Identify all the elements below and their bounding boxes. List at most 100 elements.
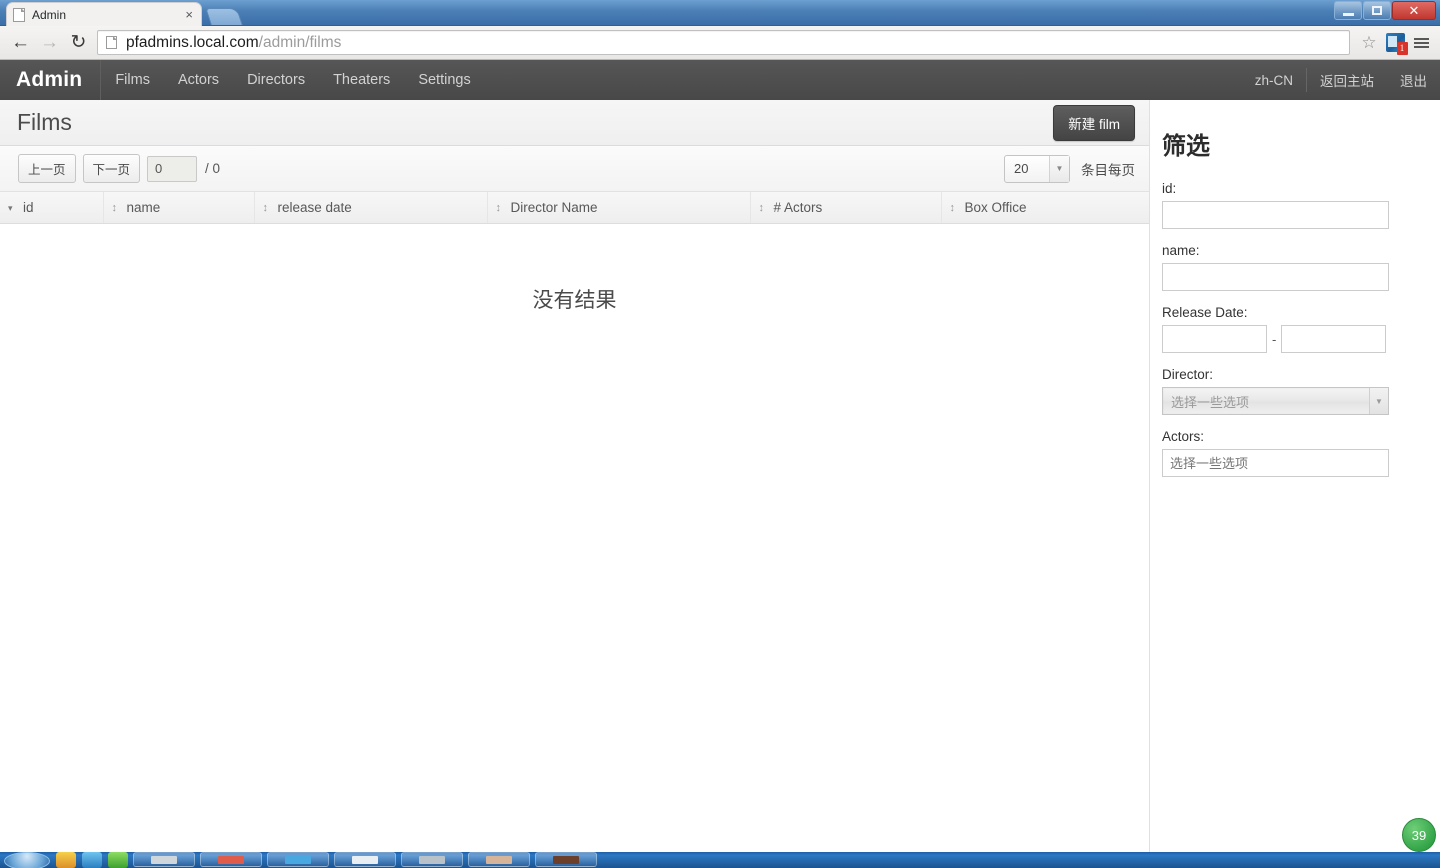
tab-title: Admin [32,7,67,22]
nav-item-films[interactable]: Films [101,60,164,100]
filter-select-director[interactable]: 选择一些选项 ▼ [1162,387,1389,415]
new-film-button[interactable]: 新建 film [1053,104,1135,141]
films-table-body: 没有结果 [0,223,1149,315]
extension-button[interactable]: 1 [1382,29,1408,57]
prev-page-button[interactable]: 上一页 [18,154,76,183]
page-total-label: / 0 [205,161,221,176]
films-table: id name release date Director Name # Act [0,192,1149,315]
column-header-id[interactable]: id [0,192,104,224]
taskbar-window-2[interactable] [200,852,262,867]
nav-item-logout[interactable]: 退出 [1387,60,1440,100]
filter-label-release-date: Release Date: [1162,305,1248,320]
column-label-id: id [23,199,34,215]
page-header: Films 新建 film [0,100,1149,146]
nav-item-back-to-site[interactable]: 返回主站 [1307,60,1387,100]
filter-label-actors: Actors: [1162,429,1205,444]
minimize-button[interactable] [1334,1,1362,20]
minimize-icon [1342,12,1354,16]
column-label-num-actors: # Actors [773,199,823,215]
back-icon[interactable]: ← [6,29,35,57]
browser-tab-admin[interactable]: Admin × [6,2,202,26]
filter-label-director: Director: [1162,367,1214,382]
filter-input-release-date-from[interactable] [1162,325,1267,353]
page-title: Films [17,109,72,135]
taskbar-window-6[interactable] [468,852,530,867]
films-table-header-row: id name release date Director Name # Act [0,192,1149,224]
taskbar-window-5[interactable] [401,852,463,867]
page-number-input[interactable] [147,155,198,182]
brand-logo[interactable]: Admin [0,60,102,100]
column-header-director-name[interactable]: Director Name [487,192,751,224]
sort-toggle-icon [759,203,768,214]
url-path: /admin/films [258,33,342,51]
nav-item-theaters[interactable]: Theaters [319,60,404,100]
column-header-release-date[interactable]: release date [254,192,488,224]
filter-label-id: id: [1162,181,1177,196]
reload-icon[interactable]: ↻ [64,29,93,57]
zoom-level-badge[interactable]: 39 [1402,818,1436,852]
url-host: pfadmins.local.com [126,33,259,51]
empty-state-row: 没有结果 [0,223,1149,315]
quicklaunch-icon-3[interactable] [108,852,128,868]
filter-panel-title: 筛选 [1162,133,1210,160]
start-button[interactable] [4,852,50,868]
filter-range-release-date: - [1162,325,1439,353]
filter-input-name[interactable] [1162,263,1389,291]
filter-group-actors: Actors: [1162,429,1439,477]
filter-sidebar: 筛选 id: name: Release Date: - Director: 选… [1150,100,1439,868]
nav-item-directors[interactable]: Directors [233,60,319,100]
taskbar-window-3[interactable] [267,852,329,867]
next-page-button[interactable]: 下一页 [82,154,141,183]
new-tab-button[interactable] [205,8,243,25]
chevron-down-icon: ▼ [1049,155,1069,182]
taskbar-window-4[interactable] [334,852,396,867]
filter-input-id[interactable] [1162,201,1389,229]
nav-item-language[interactable]: zh-CN [1242,60,1306,100]
secondary-nav: zh-CN 返回主站 退出 [1242,60,1440,100]
maximize-icon [1372,6,1382,15]
list-toolbar: 上一页 下一页 / 0 20 ▼ 条目每页 [0,146,1149,192]
address-bar[interactable]: pfadmins.local.com/admin/films [97,30,1350,55]
primary-nav: Films Actors Directors Theaters Settings [101,60,484,100]
bookmark-star-button[interactable]: ☆ [1356,29,1382,57]
star-icon: ☆ [1361,32,1377,52]
maximize-button[interactable] [1363,1,1391,20]
tab-favicon-icon [13,7,25,22]
filter-label-name: name: [1162,243,1200,258]
taskbar-window-7[interactable] [535,852,597,867]
taskbar-window-1[interactable] [133,852,195,867]
tab-close-icon[interactable]: × [183,8,195,21]
column-label-director-name: Director Name [510,199,598,215]
filter-input-actors[interactable] [1162,449,1389,477]
filter-input-release-date-to[interactable] [1281,325,1387,353]
windows-taskbar [0,852,1440,868]
chrome-menu-button[interactable] [1408,29,1434,57]
list-toolbar-right: 20 ▼ 条目每页 [1004,154,1135,183]
browser-window: Admin × ✕ ← → ↻ pfadmins.local.com/admin… [0,0,1440,868]
window-close-button[interactable]: ✕ [1392,1,1436,20]
per-page-select[interactable]: 20 ▼ [1004,154,1070,183]
sort-toggle-icon [112,203,121,214]
forward-icon[interactable]: → [35,29,64,57]
filter-range-separator: - [1272,331,1277,347]
address-bar-url: pfadmins.local.com/admin/films [126,34,341,52]
column-label-release-date: release date [277,199,352,215]
column-label-name: name [126,199,161,215]
browser-toolbar: ← → ↻ pfadmins.local.com/admin/films ☆ 1 [0,26,1440,60]
column-header-name[interactable]: name [103,192,255,224]
nav-item-actors[interactable]: Actors [164,60,233,100]
sort-toggle-icon [950,203,959,214]
main-column: Films 新建 film 上一页 下一页 / 0 20 ▼ 条目每页 [0,100,1150,868]
nav-item-settings[interactable]: Settings [404,60,484,100]
extension-icon: 1 [1385,33,1408,55]
chevron-down-icon: ▼ [1369,388,1388,414]
films-table-head: id name release date Director Name # Act [0,192,1149,224]
column-header-num-actors[interactable]: # Actors [750,192,942,224]
filter-group-name: name: [1162,243,1439,291]
filter-group-release-date: Release Date: - [1162,305,1439,353]
page-content: Films 新建 film 上一页 下一页 / 0 20 ▼ 条目每页 [0,100,1440,868]
quicklaunch-icon-1[interactable] [56,852,76,868]
sort-toggle-icon [263,203,272,214]
quicklaunch-icon-2[interactable] [82,852,102,868]
column-header-box-office[interactable]: Box Office [941,192,1149,224]
